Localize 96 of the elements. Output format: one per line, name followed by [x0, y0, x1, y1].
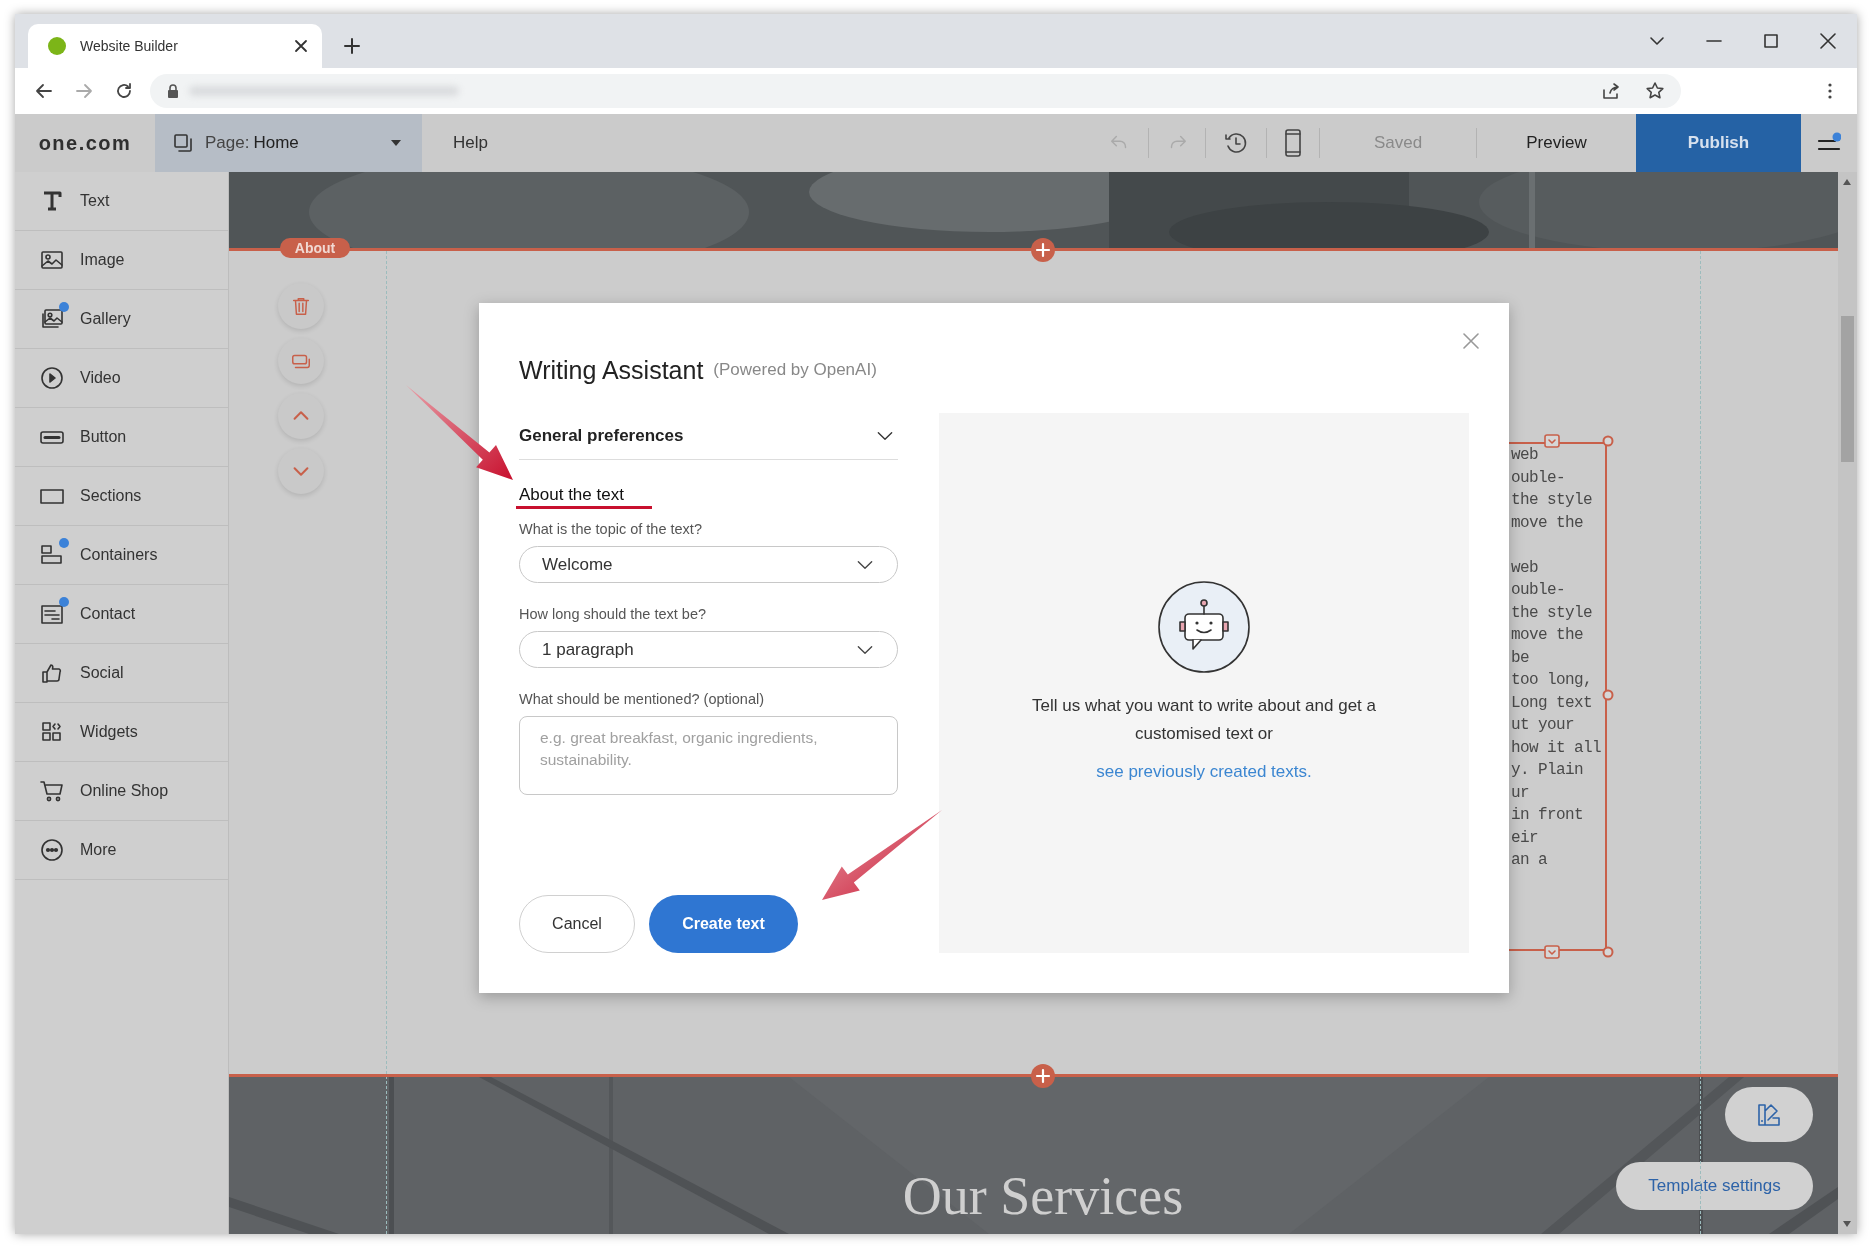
- text-line: move the: [1511, 512, 1583, 534]
- sidebar-item[interactable]: Text: [15, 172, 228, 231]
- text-line: ut your: [1511, 715, 1574, 736]
- preview-button[interactable]: Preview: [1477, 114, 1636, 172]
- text-line: the style: [1511, 490, 1592, 511]
- text-line: the style: [1511, 602, 1592, 624]
- gallery-icon: [40, 307, 64, 331]
- create-button[interactable]: Create text: [649, 895, 798, 953]
- text-line: eir: [1511, 827, 1538, 849]
- reload-icon[interactable]: [114, 81, 134, 101]
- trash-button[interactable]: [278, 283, 324, 329]
- image-icon: [40, 248, 64, 272]
- more-icon[interactable]: [1827, 81, 1833, 101]
- history-link[interactable]: see previously created texts.: [1096, 758, 1312, 786]
- text-line: be: [1511, 647, 1529, 669]
- text-line: y. Plain: [1511, 760, 1583, 781]
- sidebar-item[interactable]: Online Shop: [15, 762, 228, 821]
- page-selector-label: Page:: [205, 133, 250, 153]
- thumbs-up-icon: [40, 661, 64, 685]
- back-icon[interactable]: [34, 81, 54, 101]
- field-label: What should be mentioned? (optional): [519, 690, 766, 709]
- publish-button[interactable]: Publish: [1636, 114, 1801, 172]
- resize-handle[interactable]: [1602, 689, 1614, 701]
- history-icon[interactable]: [1223, 130, 1249, 156]
- help-menu[interactable]: Help: [453, 133, 488, 153]
- text-line: ouble-: [1511, 580, 1565, 601]
- form-icon: [40, 602, 64, 626]
- add-section-icon[interactable]: [1030, 237, 1056, 263]
- sidebar-item[interactable]: Containers: [15, 526, 228, 585]
- favicon-icon: [48, 37, 66, 55]
- text-line: ur: [1511, 782, 1529, 804]
- text-line: in front: [1511, 805, 1583, 826]
- text-line: move the: [1511, 625, 1583, 646]
- close-icon[interactable]: [294, 39, 308, 53]
- text-line: Long text: [1511, 692, 1592, 714]
- text-line: an a: [1511, 850, 1547, 871]
- sidebar-item[interactable]: Image: [15, 231, 228, 290]
- sidebar-item[interactable]: Video: [15, 349, 228, 408]
- preferences-toggle[interactable]: General preferences: [519, 413, 898, 460]
- containers-icon: [40, 543, 64, 567]
- field-label: What is the topic of the text?: [519, 520, 703, 539]
- dialog-title: Writing Assistant: [519, 355, 704, 385]
- scroll-down-icon[interactable]: [1842, 1220, 1852, 1228]
- text-area[interactable]: e.g. great breakfast, organic ingredients, sustainability.: [519, 716, 898, 795]
- text-line: how it all: [1511, 737, 1602, 759]
- sidebar-item[interactable]: Button: [15, 408, 228, 467]
- text-line: too long,: [1511, 670, 1592, 691]
- trash-icon: [290, 295, 312, 317]
- dialog-subtitle: (Powered by OpenAI): [713, 360, 877, 380]
- maximize-icon[interactable]: [1763, 33, 1779, 49]
- scroll-up-icon[interactable]: [1842, 178, 1852, 186]
- lock-icon: [167, 84, 179, 98]
- tab-title: Website Builder: [80, 38, 179, 54]
- star-icon[interactable]: [1645, 81, 1665, 101]
- scrollbar[interactable]: [1838, 172, 1857, 1234]
- text-line: web: [1511, 557, 1538, 579]
- resize-handle[interactable]: [1602, 435, 1614, 447]
- widgets-icon: [40, 720, 64, 744]
- field-label: How long should the text be?: [519, 605, 707, 624]
- section-heading: Our Services: [902, 1169, 1184, 1223]
- preferences-label: General preferences: [519, 426, 684, 446]
- info-text: Tell us what you want to write about and get a customised text or: [1031, 695, 1377, 745]
- forward-icon[interactable]: [74, 81, 94, 101]
- cart-icon: [40, 779, 64, 803]
- text-line: web: [1511, 445, 1538, 466]
- page-name: Home: [253, 133, 299, 153]
- logo[interactable]: one.com: [38, 131, 132, 155]
- sidebar-item[interactable]: More: [15, 821, 228, 880]
- sidebar-item[interactable]: Widgets: [15, 703, 228, 762]
- browser-tab[interactable]: Website Builder: [28, 24, 322, 68]
- mobile-icon[interactable]: [1284, 129, 1302, 157]
- page-selector[interactable]: Page: Home: [155, 114, 422, 172]
- pages-icon: [173, 133, 193, 153]
- more-icon: [40, 838, 64, 862]
- palette-icon: [1756, 1101, 1782, 1128]
- sidebar-item[interactable]: Gallery: [15, 290, 228, 349]
- sidebar-item[interactable]: Social: [15, 644, 228, 703]
- resize-handle[interactable]: [1544, 434, 1560, 448]
- address-field[interactable]: [150, 74, 1681, 108]
- resize-handle[interactable]: [1544, 945, 1560, 959]
- caret-icon: [390, 139, 402, 147]
- close-icon[interactable]: [1820, 33, 1836, 49]
- chatbot-icon: [1157, 580, 1251, 674]
- duplicate-button[interactable]: [278, 338, 324, 384]
- sidebar-item[interactable]: Contact: [15, 585, 228, 644]
- sidebar-item[interactable]: Sections: [15, 467, 228, 526]
- cancel-button[interactable]: Cancel: [519, 895, 635, 953]
- new-tab-icon[interactable]: [343, 37, 361, 55]
- scroll-thumb[interactable]: [1841, 316, 1854, 462]
- resize-handle[interactable]: [1602, 946, 1614, 958]
- play-icon: [40, 366, 64, 390]
- template-settings-button[interactable]: Template settings: [1616, 1162, 1813, 1210]
- share-icon[interactable]: [1601, 81, 1621, 101]
- text-line: ouble-: [1511, 467, 1565, 489]
- save-status: Saved: [1372, 133, 1424, 153]
- section-heading: About the text: [519, 484, 624, 506]
